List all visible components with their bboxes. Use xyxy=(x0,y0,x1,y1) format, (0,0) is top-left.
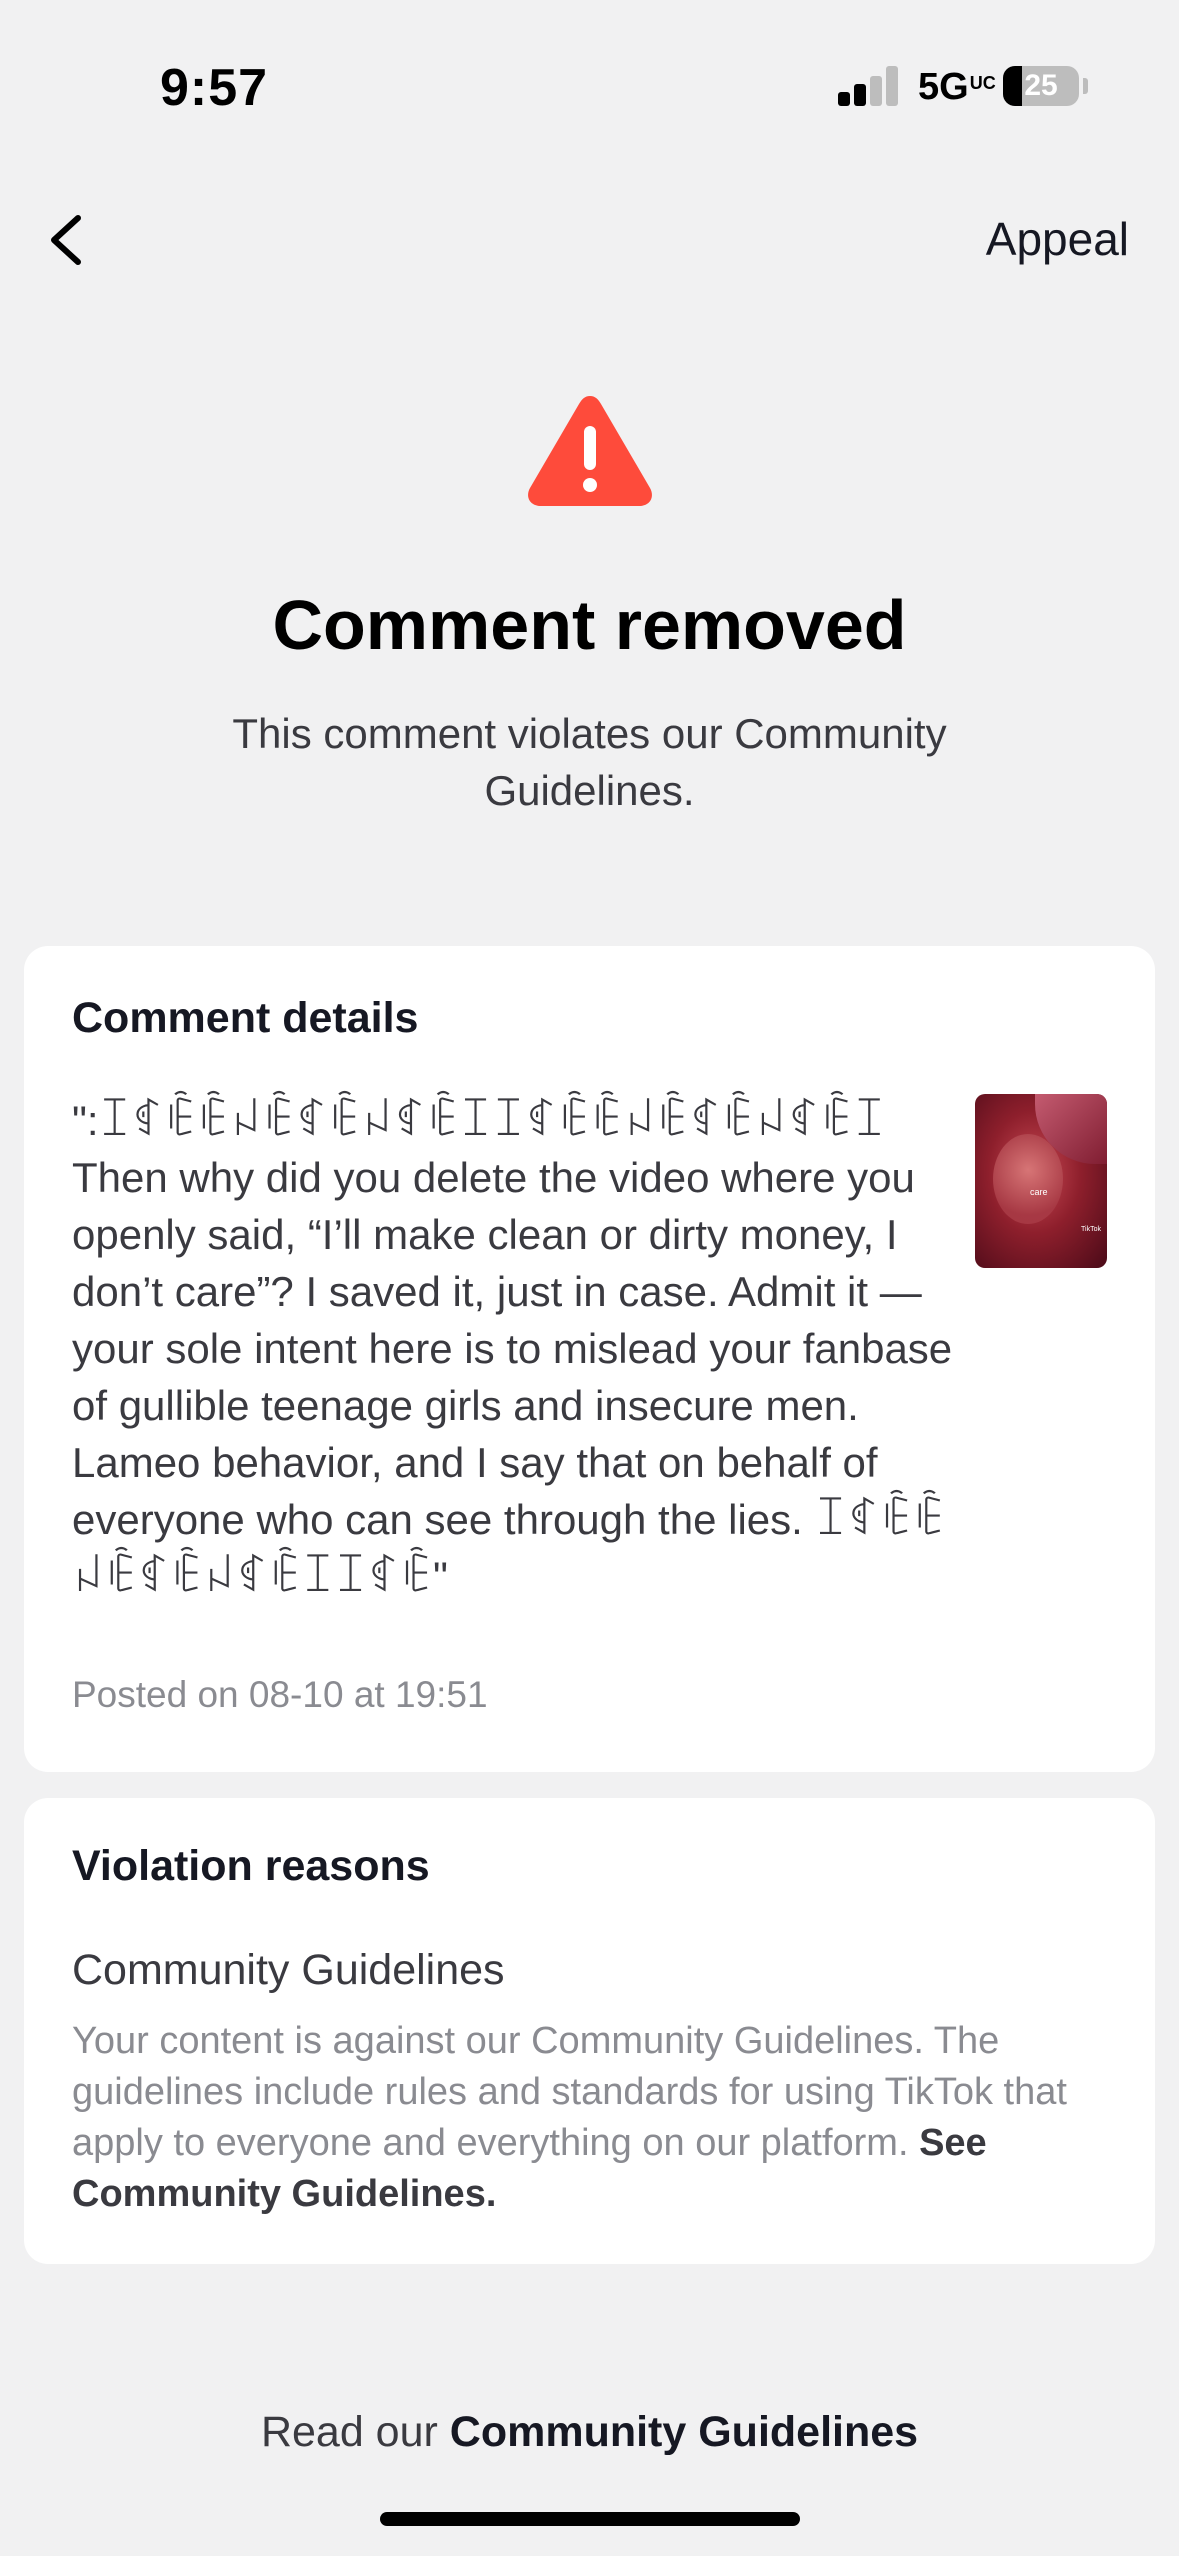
page-title: Comment removed xyxy=(272,586,907,664)
comment-details-card: Comment details ":ꀤꁍꍟꍟꈤꍟꁍꍟꈤꁍꍟꀤꀤꁍꍟꍟꈤꍟꁍꍟꈤꁍ… xyxy=(24,946,1155,1772)
thumbnail-face xyxy=(993,1134,1063,1224)
community-guidelines-link[interactable]: Community Guidelines xyxy=(450,2408,918,2456)
network-type: 5GUC xyxy=(918,66,996,109)
network-label: 5G xyxy=(918,66,969,108)
comment-text: ":ꀤꁍꍟꍟꈤꍟꁍꍟꈤꁍꍟꀤꀤꁍꍟꍟꈤꍟꁍꍟꈤꁍꍟꀤ Then why did … xyxy=(72,1097,953,1600)
chevron-left-icon xyxy=(51,215,81,265)
comment-details-heading: Comment details xyxy=(72,994,419,1042)
violation-reasons-card: Violation reasons Community Guidelines Y… xyxy=(24,1798,1155,2264)
network-suffix: UC xyxy=(969,73,996,93)
battery-icon: 25 xyxy=(1003,66,1079,106)
status-time: 9:57 xyxy=(160,59,269,117)
thumbnail-caption: care xyxy=(1030,1187,1048,1197)
posted-timestamp: Posted on 08-10 at 19:51 xyxy=(72,1674,488,1715)
cellular-signal-icon xyxy=(838,66,898,106)
violation-reasons-heading: Violation reasons xyxy=(72,1842,430,1890)
footer-prefix: Read our xyxy=(260,2408,450,2456)
reason-description-text: Your content is against our Community Gu… xyxy=(72,2020,1067,2164)
back-button[interactable] xyxy=(40,210,100,270)
footer-guidelines: Read our Community Guidelines xyxy=(0,2408,1179,2457)
appeal-button[interactable]: Appeal xyxy=(986,212,1129,266)
page-subtitle: This comment violates our Community Guid… xyxy=(232,710,947,814)
thumbnail-logo: TikTok xyxy=(1081,1226,1101,1233)
reason-description: Your content is against our Community Gu… xyxy=(72,2016,1122,2220)
warning-triangle-icon xyxy=(524,390,656,510)
battery-cap xyxy=(1083,78,1088,94)
reason-title: Community Guidelines xyxy=(72,1946,505,1994)
status-bar: 9:57 5GUC 25 xyxy=(0,0,1179,150)
battery-percent: 25 xyxy=(1024,69,1058,102)
video-thumbnail[interactable]: care TikTok xyxy=(975,1094,1107,1268)
home-indicator[interactable] xyxy=(380,2512,800,2526)
